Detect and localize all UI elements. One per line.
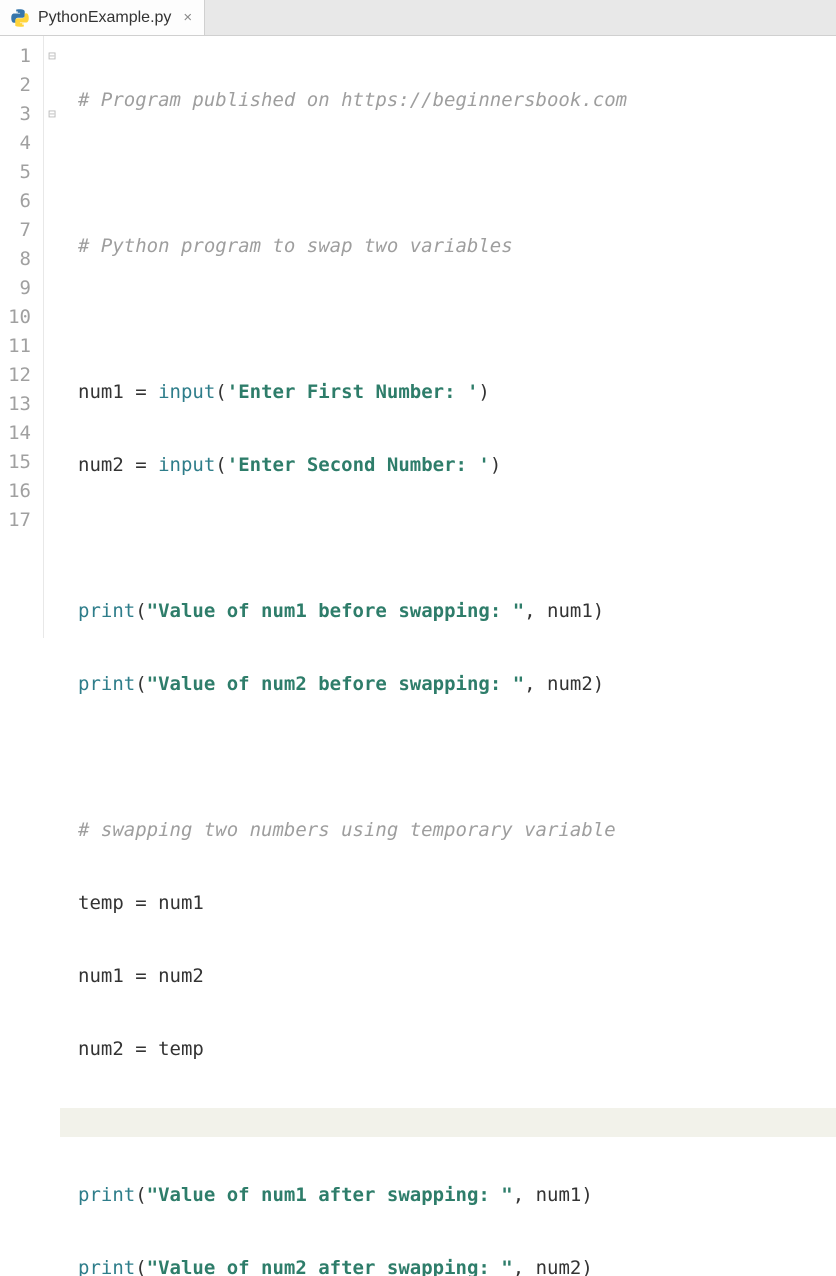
line-number-gutter: 1 2 3 4 5 6 7 8 9 10 11 12 13 14 15 16 1…: [0, 36, 44, 638]
file-tab[interactable]: PythonExample.py ×: [0, 0, 205, 35]
line-number: 15: [8, 448, 31, 477]
code-line: num1 = num2: [78, 962, 836, 991]
tab-bar: PythonExample.py ×: [0, 0, 836, 36]
line-number: 13: [8, 390, 31, 419]
code-editor[interactable]: 1 2 3 4 5 6 7 8 9 10 11 12 13 14 15 16 1…: [0, 36, 836, 638]
code-line-current: [60, 1108, 836, 1137]
code-area[interactable]: # Program published on https://beginners…: [60, 36, 836, 638]
line-number: 16: [8, 477, 31, 506]
code-line: # swapping two numbers using temporary v…: [78, 816, 836, 845]
code-line: [78, 305, 836, 334]
line-number: 11: [8, 332, 31, 361]
code-line: num2 = temp: [78, 1035, 836, 1064]
close-icon[interactable]: ×: [183, 9, 192, 26]
line-number: 17: [8, 506, 31, 535]
code-line: print("Value of num1 after swapping: ", …: [78, 1181, 836, 1210]
line-number: 5: [8, 158, 31, 187]
code-line: print("Value of num1 before swapping: ",…: [78, 597, 836, 626]
fold-toggle-icon[interactable]: ⊟: [48, 50, 56, 63]
code-line: [78, 159, 836, 188]
code-line: num1 = input('Enter First Number: '): [78, 378, 836, 407]
line-number: 2: [8, 71, 31, 100]
code-line: num2 = input('Enter Second Number: '): [78, 451, 836, 480]
line-number: 3: [8, 100, 31, 129]
line-number: 1: [8, 42, 31, 71]
code-line: [78, 524, 836, 553]
code-line: print("Value of num2 after swapping: ", …: [78, 1254, 836, 1276]
line-number: 8: [8, 245, 31, 274]
comment-text: # Program published on https://beginners…: [78, 89, 627, 111]
line-number: 12: [8, 361, 31, 390]
line-number: 14: [8, 419, 31, 448]
code-line: print("Value of num2 before swapping: ",…: [78, 670, 836, 699]
line-number: 7: [8, 216, 31, 245]
line-number: 4: [8, 129, 31, 158]
line-number: 9: [8, 274, 31, 303]
line-number: 6: [8, 187, 31, 216]
comment-text: # swapping two numbers using temporary v…: [78, 819, 616, 841]
code-line: [78, 743, 836, 772]
fold-column: ⊟ ⊟: [44, 36, 60, 638]
python-file-icon: [10, 8, 30, 28]
line-number: 10: [8, 303, 31, 332]
code-line: # Python program to swap two variables: [78, 232, 836, 261]
tab-filename: PythonExample.py: [38, 9, 171, 27]
comment-text: # Python program to swap two variables: [78, 235, 513, 257]
code-line: temp = num1: [78, 889, 836, 918]
code-line: # Program published on https://beginners…: [78, 86, 836, 115]
fold-toggle-icon[interactable]: ⊟: [48, 108, 56, 121]
